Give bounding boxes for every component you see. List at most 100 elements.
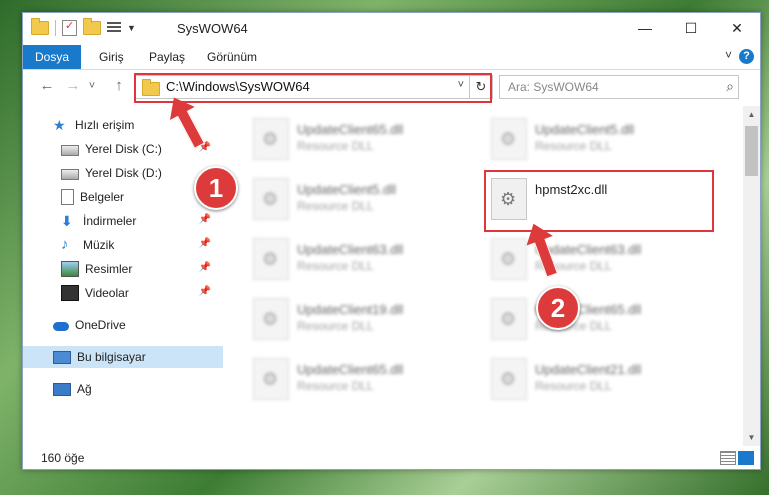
file-item[interactable]: UpdateClient21.dll Resource DLL — [483, 354, 703, 404]
maximize-button[interactable]: ☐ — [668, 13, 714, 43]
ribbon-expand-icon[interactable]: ˅ — [725, 48, 732, 62]
sidebar-item-label: Videolar — [85, 286, 129, 300]
scroll-thumb[interactable] — [745, 126, 758, 176]
up-button[interactable]: ↑ — [109, 76, 129, 96]
back-button[interactable]: ← — [37, 76, 57, 96]
file-item[interactable]: UpdateClient5.dll Resource DLL — [245, 174, 465, 224]
tab-paylas[interactable]: Paylaş — [149, 45, 185, 69]
pin-icon: 📌 — [198, 286, 211, 297]
documents-icon — [61, 189, 74, 205]
vertical-scrollbar[interactable]: ▲ ▼ — [743, 106, 760, 446]
file-list: UpdateClient65.dll Resource DLL UpdateCl… — [223, 106, 737, 446]
music-icon: ♪ — [61, 236, 69, 253]
file-name: UpdateClient65.dll — [297, 362, 404, 377]
file-type: Resource DLL — [535, 139, 612, 153]
star-icon: ★ — [53, 117, 66, 133]
window-title: SysWOW64 — [177, 21, 248, 36]
file-name: UpdateClient5.dll — [297, 182, 397, 197]
title-bar: ▼ SysWOW64 — ☐ ✕ — [23, 13, 760, 45]
file-item[interactable]: UpdateClient65.dll Resource DLL — [245, 114, 465, 164]
sidebar-item-pictures[interactable]: Resimler 📌 — [23, 258, 223, 280]
dll-file-icon — [253, 118, 289, 160]
quick-access-toolbar: ▼ — [31, 18, 136, 36]
file-type: Resource DLL — [297, 319, 374, 333]
file-item[interactable]: UpdateClient65.dll Resource DLL — [483, 294, 703, 344]
sidebar-item-label: Bu bilgisayar — [77, 350, 146, 364]
file-item[interactable]: UpdateClient19.dll Resource DLL — [245, 294, 465, 344]
status-bar: 160 öğe — [23, 447, 760, 469]
sidebar-item-downloads[interactable]: ⬇ İndirmeler 📌 — [23, 210, 223, 232]
dll-file-icon — [491, 118, 527, 160]
onedrive-icon — [53, 322, 69, 331]
dll-file-icon — [253, 238, 289, 280]
dll-file-icon — [491, 238, 527, 280]
dll-file-icon — [253, 358, 289, 400]
sidebar-item-network[interactable]: Ağ — [23, 378, 223, 400]
sidebar-item-disk-d[interactable]: Yerel Disk (D:) — [23, 162, 223, 184]
dll-file-icon — [253, 178, 289, 220]
file-name: UpdateClient21.dll — [535, 362, 642, 377]
navigation-pane: ★ Hızlı erişim Yerel Disk (C:) 📌 Yerel D… — [23, 106, 223, 446]
properties-icon[interactable] — [62, 19, 77, 36]
downloads-icon: ⬇ — [61, 213, 73, 229]
file-type: Resource DLL — [297, 199, 374, 213]
search-box[interactable]: Ara: SysWOW64 ⌕ — [499, 75, 739, 99]
sidebar-item-label: Hızlı erişim — [75, 118, 135, 132]
file-type: Resource DLL — [535, 379, 612, 393]
sidebar-item-label: Yerel Disk (C:) — [85, 142, 162, 156]
file-item[interactable]: UpdateClient65.dll Resource DLL — [245, 354, 465, 404]
sidebar-item-label: Müzik — [83, 238, 115, 252]
file-type: Resource DLL — [297, 379, 374, 393]
file-name: UpdateClient65.dll — [297, 122, 404, 137]
file-item[interactable]: UpdateClient63.dll Resource DLL — [483, 234, 703, 284]
help-icon[interactable]: ? — [739, 49, 754, 64]
pin-icon: 📌 — [198, 262, 211, 273]
recent-locations-button[interactable]: ˅ — [85, 76, 99, 96]
pictures-icon — [61, 261, 79, 277]
file-name: UpdateClient63.dll — [297, 242, 404, 257]
sidebar-item-documents[interactable]: Belgeler 📌 — [23, 186, 223, 208]
forward-button[interactable]: → — [63, 76, 83, 96]
toolbar-dropdown-icon[interactable]: ▼ — [127, 23, 136, 33]
sidebar-item-label: Yerel Disk (D:) — [85, 166, 162, 180]
sidebar-item-this-pc[interactable]: Bu bilgisayar — [23, 346, 223, 368]
sidebar-item-onedrive[interactable]: OneDrive — [23, 314, 223, 336]
drive-icon — [61, 169, 79, 180]
scroll-up-icon[interactable]: ▲ — [743, 106, 760, 123]
dll-file-icon — [253, 298, 289, 340]
network-icon — [53, 382, 71, 396]
pin-icon: 📌 — [198, 214, 211, 225]
sidebar-item-videos[interactable]: Videolar 📌 — [23, 282, 223, 304]
dll-file-icon — [491, 358, 527, 400]
customize-icon[interactable] — [107, 22, 121, 34]
ribbon: Dosya Giriş Paylaş Görünüm ˅ ? — [23, 45, 760, 70]
minimize-button[interactable]: — — [622, 13, 668, 43]
new-folder-icon[interactable] — [83, 18, 101, 35]
drive-icon — [61, 145, 79, 156]
sidebar-item-label: Belgeler — [80, 190, 125, 204]
file-name: UpdateClient5.dll — [535, 122, 635, 137]
file-highlight-box — [484, 170, 714, 232]
close-button[interactable]: ✕ — [714, 13, 760, 43]
sidebar-item-label: OneDrive — [75, 318, 126, 332]
search-icon[interactable]: ⌕ — [726, 78, 734, 95]
file-type: Resource DLL — [297, 139, 374, 153]
file-item[interactable]: UpdateClient5.dll Resource DLL — [483, 114, 703, 164]
file-item[interactable]: UpdateClient63.dll Resource DLL — [245, 234, 465, 284]
sidebar-item-label: İndirmeler — [83, 214, 137, 228]
details-view-icon[interactable] — [720, 451, 736, 465]
pin-icon: 📌 — [198, 238, 211, 249]
tab-gorunum[interactable]: Görünüm — [207, 45, 257, 69]
videos-icon — [61, 285, 79, 301]
large-icons-view-icon[interactable] — [738, 451, 754, 465]
sidebar-item-music[interactable]: ♪ Müzik 📌 — [23, 234, 223, 256]
search-placeholder[interactable]: Ara: SysWOW64 — [508, 80, 599, 94]
tab-giris[interactable]: Giriş — [99, 45, 124, 69]
sidebar-item-label: Resimler — [85, 262, 133, 276]
tab-dosya[interactable]: Dosya — [23, 45, 82, 69]
window-controls: — ☐ ✕ — [622, 13, 760, 43]
separator — [55, 20, 56, 36]
folder-icon — [31, 18, 49, 35]
computer-icon — [53, 350, 71, 364]
scroll-down-icon[interactable]: ▼ — [743, 429, 760, 446]
